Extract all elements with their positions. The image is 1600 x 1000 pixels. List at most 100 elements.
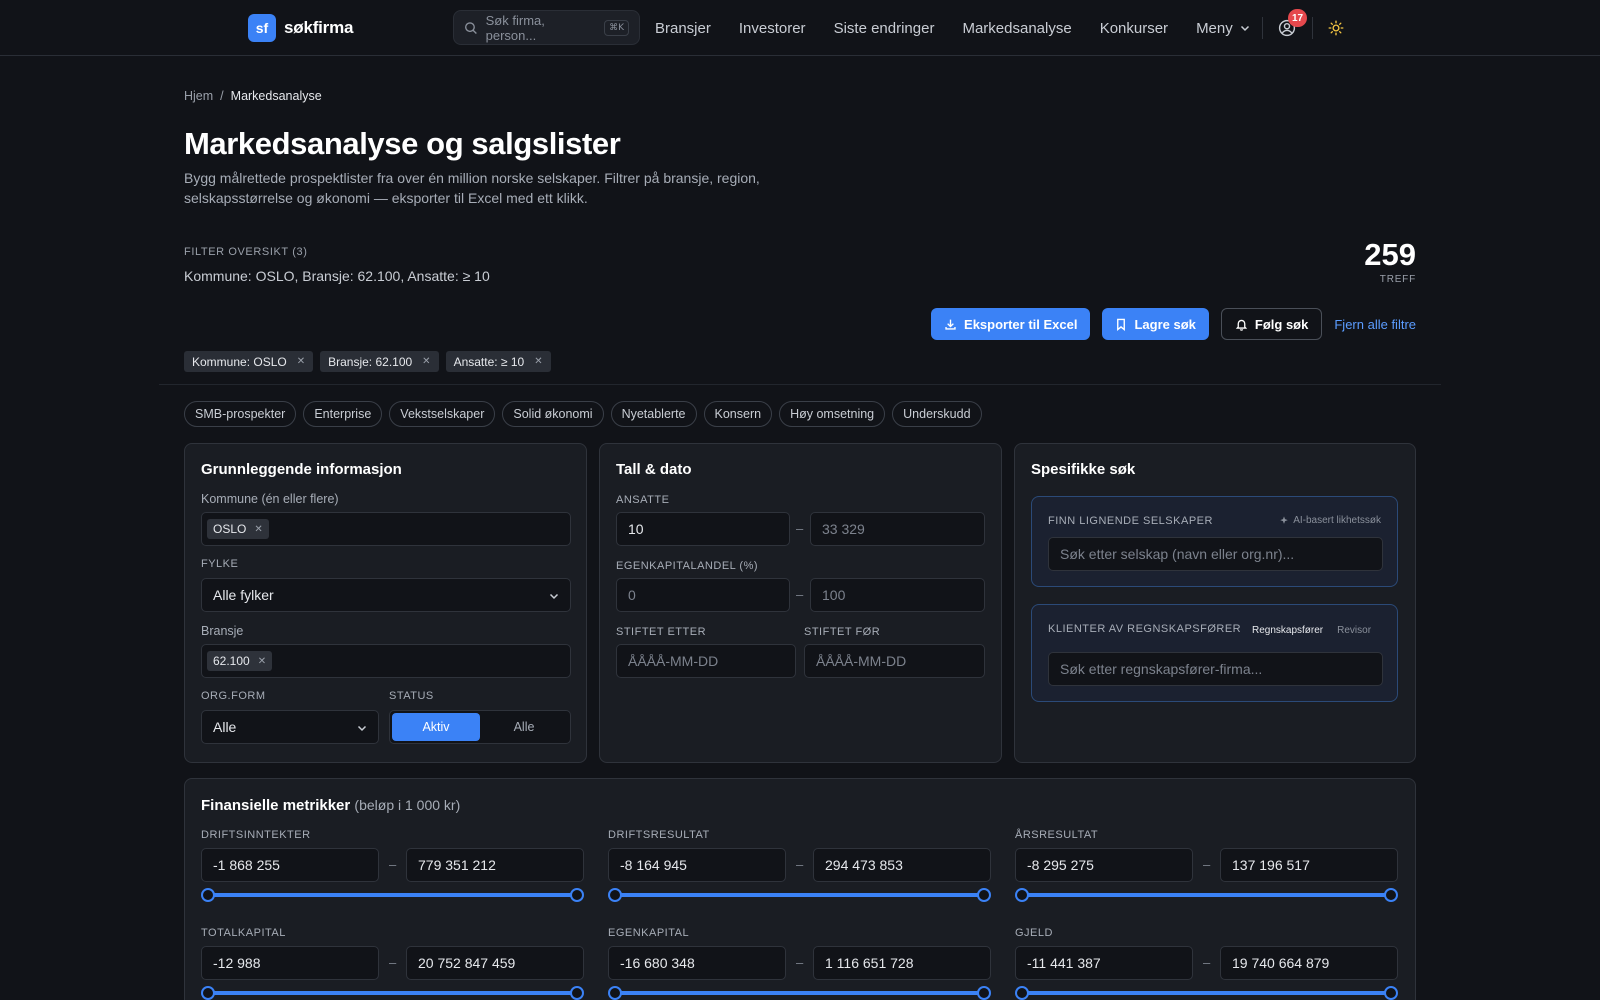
main-menu: Bransjer Investorer Siste endringer Mark… [655,0,1251,56]
ansatte-max-input[interactable]: 33 329 [810,512,985,546]
preset-underskudd[interactable]: Underskudd [892,401,982,427]
nav-link-siste-endringer[interactable]: Siste endringer [834,20,935,37]
export-excel-button[interactable]: Eksporter til Excel [931,308,1091,340]
section-divider [159,384,1441,385]
orgform-label: ORG.FORM [201,690,266,702]
metric-max-input[interactable]: 294 473 853 [813,848,991,882]
fylke-label: FYLKE [201,558,239,570]
similar-companies-input[interactable]: Søk etter selskap (navn eller org.nr)... [1048,537,1383,571]
specific-search-title: Spesifikke søk [1031,461,1136,478]
financial-metrics-title-text: Finansielle metrikker [201,797,351,814]
accountant-search-input[interactable]: Søk etter regnskapsfører-firma... [1048,652,1383,686]
ansatte-min-input[interactable]: 10 [616,512,790,546]
follow-search-button[interactable]: Følg søk [1220,308,1323,340]
slider-handle-min[interactable] [608,888,622,902]
similar-companies-placeholder: Søk etter selskap (navn eller org.nr)... [1060,546,1295,562]
metric-range-slider[interactable] [1015,986,1398,1000]
bransje-tag[interactable]: 62.100 ✕ [207,651,273,671]
global-search[interactable]: Søk firma, person... ⌘K [453,10,640,45]
metric-max-value: 1 116 651 728 [825,955,914,971]
slider-handle-max[interactable] [570,986,584,1000]
slider-handle-max[interactable] [1384,986,1398,1000]
tab-regnskapsforer[interactable]: Regnskapsfører [1252,625,1323,636]
nav-link-bransjer[interactable]: Bransjer [655,20,711,37]
nav-menu-label: Meny [1196,19,1233,37]
metric-min-value: -1 868 255 [213,857,280,873]
preset-nyetablerte[interactable]: Nyetablerte [610,401,697,427]
preset-konsern[interactable]: Konsern [703,401,773,427]
filter-chip[interactable]: Ansatte: ≥ 10 ✕ [445,351,551,372]
clear-filters-link[interactable]: Fjern alle filtre [1334,317,1416,332]
kommune-tag[interactable]: OSLO ✕ [207,519,269,539]
slider-handle-min[interactable] [1015,986,1029,1000]
tab-revisor[interactable]: Revisor [1337,625,1371,636]
metric-min-input[interactable]: -16 680 348 [608,946,786,980]
close-icon[interactable]: ✕ [258,656,266,667]
metric-max-input[interactable]: 137 196 517 [1220,848,1398,882]
fylke-select[interactable]: Alle fylker [201,578,571,612]
preset-vekst[interactable]: Vekstselskaper [389,401,496,427]
preset-hoy-omsetning[interactable]: Høy omsetning [779,401,886,427]
metric-min-input[interactable]: -1 868 255 [201,848,379,882]
slider-handle-max[interactable] [1384,888,1398,902]
close-icon[interactable]: ✕ [422,356,430,367]
preset-solid[interactable]: Solid økonomi [502,401,604,427]
preset-enterprise[interactable]: Enterprise [303,401,383,427]
nav-menu-dropdown[interactable]: Meny [1196,20,1251,37]
slider-handle-min[interactable] [201,986,215,1000]
filter-chip[interactable]: Bransje: 62.100 ✕ [320,351,439,372]
status-option-aktiv[interactable]: Aktiv [392,713,480,741]
stiftet-for-input[interactable]: ÅÅÅÅ-MM-DD [804,644,985,678]
egenkapitalandel-max-input[interactable]: 100 [810,578,985,612]
slider-handle-min[interactable] [608,986,622,1000]
hit-count-number: 259 [1364,237,1416,272]
close-icon[interactable]: ✕ [254,524,262,535]
chevron-down-icon [549,593,559,600]
logo[interactable]: sf søkfirma [248,14,353,42]
metric-min-input[interactable]: -12 988 [201,946,379,980]
slider-handle-max[interactable] [977,986,991,1000]
metric-label: EGENKAPITAL [608,927,690,939]
close-icon[interactable]: ✕ [534,356,542,367]
notifications-button[interactable]: 17 [1276,9,1308,39]
slider-handle-max[interactable] [570,888,584,902]
range-separator: – [796,587,804,602]
metric-max-input[interactable]: 1 116 651 728 [813,946,991,980]
metric-range-slider[interactable] [608,986,991,1000]
close-icon[interactable]: ✕ [297,356,305,367]
slider-handle-min[interactable] [201,888,215,902]
save-search-button[interactable]: Lagre søk [1102,308,1209,340]
status-option-alle[interactable]: Alle [480,713,568,741]
metric-min-input[interactable]: -11 441 387 [1015,946,1193,980]
metric-max-input[interactable]: 779 351 212 [406,848,584,882]
metric-min-input[interactable]: -8 164 945 [608,848,786,882]
metric-range-slider[interactable] [201,888,584,902]
hit-count: 259 TREFF [1364,237,1416,286]
metric-range-slider[interactable] [1015,888,1398,902]
orgform-select[interactable]: Alle [201,710,379,744]
metric-max-input[interactable]: 19 740 664 879 [1220,946,1398,980]
nav-link-investorer[interactable]: Investorer [739,20,806,37]
metric-min-value: -11 441 387 [1027,955,1101,971]
metric-range-slider[interactable] [608,888,991,902]
kommune-input[interactable]: OSLO ✕ [201,512,571,546]
breadcrumb-home[interactable]: Hjem [184,89,213,103]
nav-link-konkurser[interactable]: Konkurser [1100,20,1168,37]
egenkapitalandel-min-input[interactable]: 0 [616,578,790,612]
bransje-input[interactable]: 62.100 ✕ [201,644,571,678]
range-separator: – [1203,857,1211,872]
filter-chip[interactable]: Kommune: OSLO ✕ [184,351,314,372]
metric-min-input[interactable]: -8 295 275 [1015,848,1193,882]
preset-smb[interactable]: SMB-prospekter [184,401,297,427]
slider-handle-max[interactable] [977,888,991,902]
theme-toggle[interactable] [1325,17,1347,39]
metric-max-input[interactable]: 20 752 847 459 [406,946,584,980]
metric-max-value: 137 196 517 [1232,857,1310,873]
stiftet-etter-input[interactable]: ÅÅÅÅ-MM-DD [616,644,796,678]
metric-range-slider[interactable] [201,986,584,1000]
sparkle-icon [1280,515,1288,524]
financial-metrics-card: Finansielle metrikker (beløp i 1 000 kr)… [184,778,1416,1000]
slider-handle-min[interactable] [1015,888,1029,902]
nav-link-markedsanalyse[interactable]: Markedsanalyse [962,20,1071,37]
range-separator: – [796,955,804,970]
